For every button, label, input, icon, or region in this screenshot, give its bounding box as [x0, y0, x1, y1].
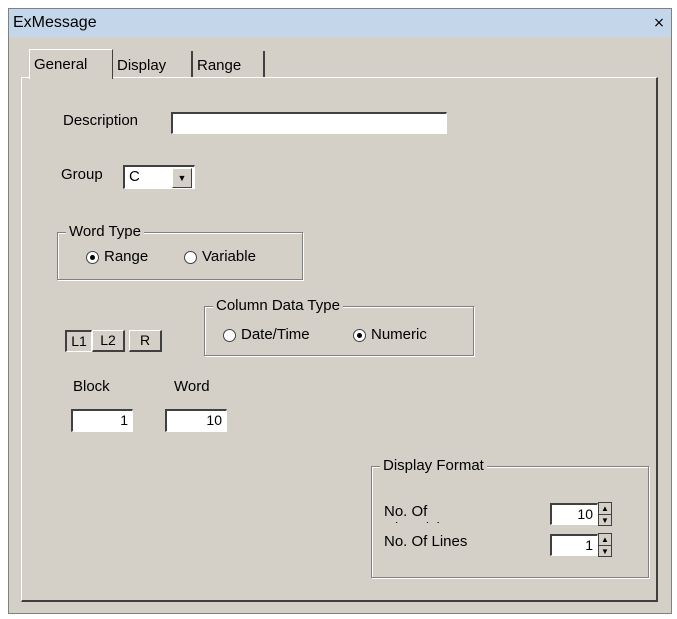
tab-display[interactable]: Display	[113, 51, 193, 77]
r-button[interactable]: R	[129, 330, 162, 352]
chars-per-line-label: No. Of Chars/Line	[384, 503, 457, 523]
title-bar[interactable]: ExMessage ×	[9, 9, 671, 37]
datetime-radio-label: Date/Time	[241, 326, 310, 343]
l1-button[interactable]: L1	[65, 330, 92, 352]
column-data-type-group: Column Data Type Date/Time Numeric	[204, 297, 474, 356]
numeric-radio[interactable]	[353, 329, 366, 342]
numeric-radio-label: Numeric	[371, 326, 427, 343]
lines-input[interactable]: 1	[550, 534, 598, 556]
word-type-legend: Word Type	[66, 223, 144, 240]
block-label: Block	[73, 378, 110, 395]
spin-up-icon[interactable]: ▲	[599, 534, 611, 546]
tab-range[interactable]: Range	[193, 51, 265, 77]
range-radio[interactable]	[86, 251, 99, 264]
spin-down-icon[interactable]: ▼	[599, 546, 611, 557]
exmessage-dialog: ExMessage × General Display Range Descri…	[8, 8, 672, 614]
spin-up-icon[interactable]: ▲	[599, 503, 611, 515]
group-label: Group	[61, 166, 103, 183]
datetime-radio[interactable]	[223, 329, 236, 342]
variable-radio[interactable]	[184, 251, 197, 264]
display-format-group: Display Format No. Of Chars/Line 10 ▲ ▼ …	[371, 457, 649, 578]
window-title: ExMessage	[13, 14, 97, 31]
block-input[interactable]: 1	[71, 409, 133, 432]
close-icon[interactable]: ×	[651, 15, 667, 31]
description-label: Description	[63, 112, 139, 129]
range-radio-label: Range	[104, 248, 149, 265]
tab-display-label: Display	[117, 57, 167, 74]
chevron-down-icon[interactable]: ▼	[172, 168, 192, 188]
spin-down-icon[interactable]: ▼	[599, 515, 611, 526]
tab-general-label: General	[34, 56, 88, 73]
chars-per-line-input[interactable]: 10	[550, 503, 598, 525]
general-tab-panel: Description Group C ▼ Word Type Range Va…	[21, 77, 658, 602]
chars-per-line-spinner[interactable]: ▲ ▼	[598, 502, 612, 526]
word-input[interactable]: 10	[165, 409, 227, 432]
word-type-group: Word Type Range Variable	[57, 223, 303, 280]
word-label: Word	[174, 378, 210, 395]
l2-button[interactable]: L2	[92, 330, 125, 352]
lines-label: No. Of Lines	[384, 533, 468, 550]
tab-general[interactable]: General	[29, 49, 113, 79]
group-select[interactable]: C ▼	[123, 165, 195, 189]
description-input[interactable]	[171, 112, 447, 134]
tab-range-label: Range	[197, 57, 242, 74]
group-select-value: C	[129, 168, 140, 185]
variable-radio-label: Variable	[202, 248, 256, 265]
column-data-type-legend: Column Data Type	[213, 297, 343, 314]
display-format-legend: Display Format	[380, 457, 487, 474]
lines-spinner[interactable]: ▲ ▼	[598, 533, 612, 557]
